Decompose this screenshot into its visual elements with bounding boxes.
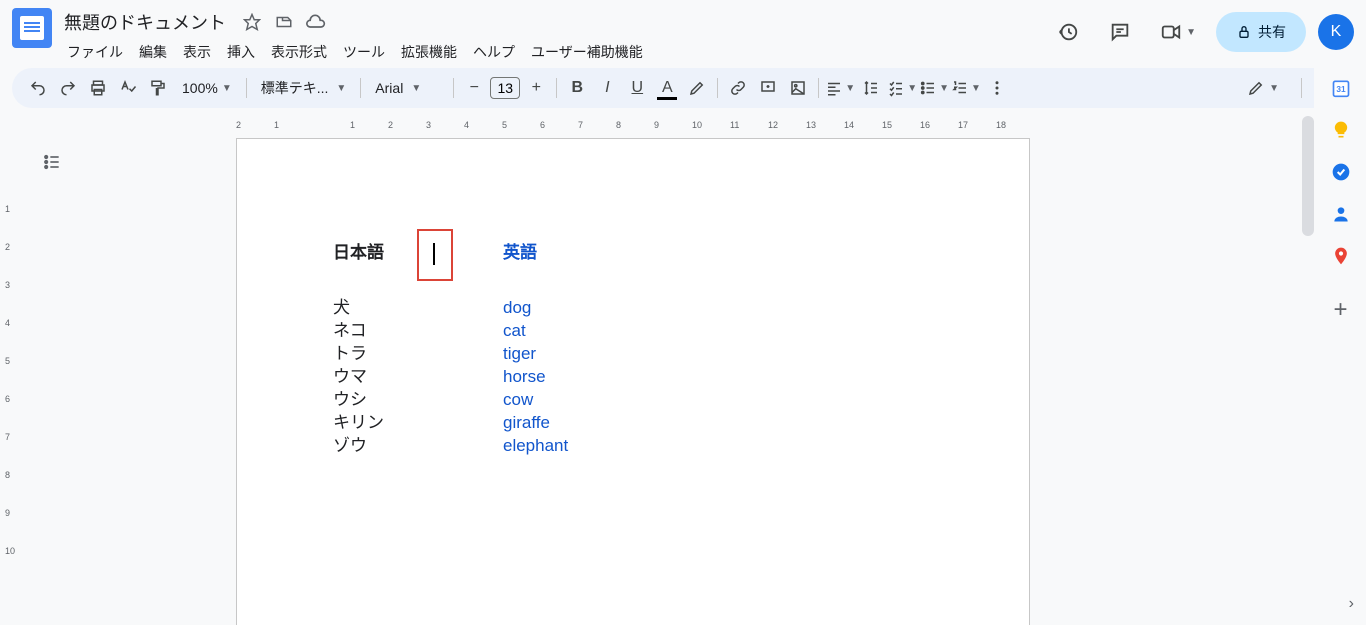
menu-file[interactable]: ファイル: [60, 38, 130, 66]
font-size-increase[interactable]: +: [522, 74, 550, 102]
header-english: 英語: [503, 239, 703, 267]
menu-bar: ファイル 編集 表示 挿入 表示形式 ツール 拡張機能 ヘルプ ユーザー補助機能: [60, 38, 1048, 66]
redo-button[interactable]: [54, 74, 82, 102]
table-cell-en: horse: [503, 366, 703, 389]
font-dropdown[interactable]: Arial▼: [367, 76, 447, 100]
header-japanese: 日本語: [333, 239, 503, 267]
menu-extensions[interactable]: 拡張機能: [394, 38, 464, 66]
align-button[interactable]: ▼: [825, 74, 855, 102]
svg-text:31: 31: [1336, 84, 1346, 94]
table-cell-en: elephant: [503, 435, 703, 458]
vertical-ruler[interactable]: 12345678910: [2, 136, 17, 625]
move-icon[interactable]: [274, 12, 294, 32]
table-cell-en: cat: [503, 320, 703, 343]
bullet-list-button[interactable]: ▼: [919, 74, 949, 102]
docs-logo[interactable]: [12, 8, 52, 48]
menu-accessibility[interactable]: ユーザー補助機能: [524, 38, 650, 66]
print-button[interactable]: [84, 74, 112, 102]
table-cell-en: cow: [503, 389, 703, 412]
line-spacing-button[interactable]: [857, 74, 885, 102]
star-icon[interactable]: [242, 12, 262, 32]
spellcheck-button[interactable]: [114, 74, 142, 102]
tasks-app-icon[interactable]: [1331, 162, 1351, 182]
comments-icon[interactable]: [1100, 12, 1140, 52]
table-cell-jp: ネコ: [333, 320, 503, 343]
table-cell-jp: ウシ: [333, 389, 503, 412]
history-icon[interactable]: [1048, 12, 1088, 52]
horizontal-ruler[interactable]: 21123456789101112131415161718: [236, 120, 1314, 135]
italic-button[interactable]: I: [593, 74, 621, 102]
side-panel: 31 + ›: [1314, 64, 1366, 625]
editing-mode-button[interactable]: ▼: [1237, 73, 1289, 103]
number-list-button[interactable]: ▼: [951, 74, 981, 102]
menu-edit[interactable]: 編集: [132, 38, 174, 66]
font-size-decrease[interactable]: −: [460, 74, 488, 102]
menu-insert[interactable]: 挿入: [220, 38, 262, 66]
table-cell-en: dog: [503, 297, 703, 320]
comment-button[interactable]: [754, 74, 782, 102]
share-button[interactable]: 共有: [1216, 12, 1306, 52]
table-cell-jp: ゾウ: [333, 435, 503, 458]
table-cell-jp: ウマ: [333, 366, 503, 389]
menu-format[interactable]: 表示形式: [264, 38, 334, 66]
table-cell-jp: トラ: [333, 343, 503, 366]
table-cell-en: tiger: [503, 343, 703, 366]
zoom-dropdown[interactable]: 100%▼: [174, 76, 240, 100]
image-button[interactable]: [784, 74, 812, 102]
highlight-button[interactable]: [683, 74, 711, 102]
more-tools-button[interactable]: [983, 74, 1011, 102]
menu-tools[interactable]: ツール: [336, 38, 392, 66]
cloud-status-icon[interactable]: [306, 12, 326, 32]
toolbar: 100%▼ 標準テキ...▼ Arial▼ − + B I U A ▼ ▼ ▼ …: [12, 68, 1354, 108]
maps-app-icon[interactable]: [1331, 246, 1351, 266]
table-cell-jp: キリン: [333, 412, 503, 435]
text-cursor: [433, 243, 435, 265]
outline-toggle-button[interactable]: [38, 148, 66, 176]
paragraph-style-dropdown[interactable]: 標準テキ...▼: [253, 74, 355, 102]
link-button[interactable]: [724, 74, 752, 102]
menu-view[interactable]: 表示: [176, 38, 218, 66]
font-size-input[interactable]: [490, 77, 520, 99]
keep-app-icon[interactable]: [1331, 120, 1351, 140]
paint-format-button[interactable]: [144, 74, 172, 102]
undo-button[interactable]: [24, 74, 52, 102]
checklist-button[interactable]: ▼: [887, 74, 917, 102]
menu-help[interactable]: ヘルプ: [466, 38, 522, 66]
bold-button[interactable]: B: [563, 74, 591, 102]
table-cell-en: giraffe: [503, 412, 703, 435]
document-page[interactable]: 日本語 犬ネコトラウマウシキリンゾウ 英語 dogcattigerhorseco…: [236, 138, 1030, 625]
table-cell-jp: 犬: [333, 297, 503, 320]
document-title[interactable]: 無題のドキュメント: [60, 7, 230, 37]
text-color-button[interactable]: A: [653, 74, 681, 102]
add-app-button[interactable]: +: [1331, 300, 1351, 320]
vertical-scrollbar[interactable]: [1302, 116, 1314, 236]
side-panel-collapse-icon[interactable]: ›: [1349, 595, 1354, 613]
calendar-app-icon[interactable]: 31: [1331, 78, 1351, 98]
share-label: 共有: [1258, 22, 1286, 42]
meet-button[interactable]: ▼: [1152, 13, 1204, 51]
user-avatar[interactable]: K: [1318, 14, 1354, 50]
contacts-app-icon[interactable]: [1331, 204, 1351, 224]
underline-button[interactable]: U: [623, 74, 651, 102]
